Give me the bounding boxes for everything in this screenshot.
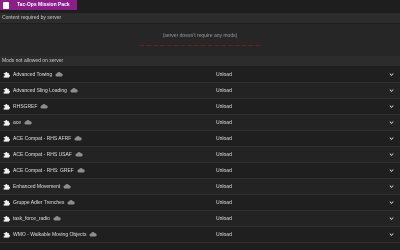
mod-row[interactable]: Advanced Towing Unload [0, 67, 400, 83]
unload-button[interactable]: Unload [216, 104, 232, 110]
unload-button[interactable]: Unload [216, 200, 232, 206]
unload-button[interactable]: Unload [216, 88, 232, 94]
cloud-icon [24, 119, 32, 125]
mod-name-text: ACE Compat - RHS: GREF [13, 167, 74, 174]
mod-name: task_force_radio [13, 216, 61, 222]
cloud-icon [89, 231, 98, 237]
no-mods-note: (server doesn't require any mods) [162, 33, 238, 39]
chevron-down-icon[interactable] [389, 88, 394, 93]
mod-name: ace [13, 120, 32, 126]
chevron-down-icon[interactable] [389, 136, 394, 141]
mod-name-text: Advanced Towing [13, 71, 53, 78]
chevron-down-icon[interactable] [389, 200, 394, 205]
puzzle-icon [3, 136, 10, 142]
cloud-icon [63, 183, 71, 189]
mod-name-text: ACE Compat - RHS AFRF [13, 135, 72, 142]
mod-name: Enhanced Movement [13, 184, 71, 190]
tab-mission-pack[interactable]: Tac-Ops Mission Pack [0, 0, 77, 10]
mod-name-text: RHSGREF [13, 103, 38, 110]
mod-name: RHSGREF [13, 103, 49, 110]
cloud-icon [67, 199, 76, 205]
mod-row[interactable]: Gruppe Adler Trenches Unload [0, 195, 400, 211]
chevron-down-icon[interactable] [389, 120, 394, 125]
mod-name-text: task_force_radio [13, 215, 50, 222]
mod-row[interactable]: Enhanced Movement Unload [0, 179, 400, 195]
puzzle-icon [3, 88, 10, 94]
tab-label: Tac-Ops Mission Pack [17, 2, 70, 8]
mod-name-text: Advanced Sling Loading [13, 87, 67, 94]
content-required-panel [0, 24, 400, 56]
chevron-down-icon[interactable] [389, 152, 394, 157]
mod-row[interactable]: WMO - Walkable Moving Objects Unload [0, 227, 400, 243]
pack-icon [3, 1, 9, 9]
puzzle-icon [3, 216, 10, 222]
unload-button[interactable]: Unload [216, 232, 232, 238]
unload-button[interactable]: Unload [216, 136, 232, 142]
cloud-icon [55, 71, 63, 77]
cloud-icon [53, 215, 61, 221]
mod-name: ACE Compat - RHS USAF [13, 152, 83, 158]
puzzle-icon [3, 120, 10, 126]
cloud-icon [77, 167, 85, 173]
unload-button[interactable]: Unload [216, 72, 232, 78]
puzzle-icon [3, 232, 10, 238]
cloud-icon [75, 151, 83, 157]
mods-not-allowed-header: Mods not allowed on server [0, 56, 400, 66]
content-required-header: Content required by server [0, 13, 400, 23]
mod-row[interactable]: ACE Compat - RHS: GREF Unload [0, 163, 400, 179]
mod-row[interactable]: Advanced Sling Loading Unload [0, 83, 400, 99]
unload-button[interactable]: Unload [216, 120, 232, 126]
mod-name-text: WMO - Walkable Moving Objects [13, 231, 87, 238]
puzzle-icon [3, 104, 10, 110]
mod-name-text: Gruppe Adler Trenches [13, 199, 65, 206]
cloud-icon [40, 103, 49, 109]
unload-button[interactable]: Unload [216, 152, 232, 158]
puzzle-icon [3, 72, 10, 78]
unload-button[interactable]: Unload [216, 184, 232, 190]
mod-row[interactable]: ACE Compat - RHS USAF Unload [0, 147, 400, 163]
mod-row[interactable]: ACE Compat - RHS AFRF Unload [0, 131, 400, 147]
puzzle-icon [3, 152, 10, 158]
cloud-icon [70, 87, 78, 93]
mod-name: Advanced Sling Loading [13, 88, 78, 94]
mod-name: ACE Compat - RHS: GREF [13, 168, 85, 174]
mod-row[interactable]: RHSGREF Unload [0, 99, 400, 115]
puzzle-icon [3, 168, 10, 174]
mod-name-text: Enhanced Movement [13, 183, 61, 190]
puzzle-icon [3, 184, 10, 190]
warning-line: — — — — — — — — — — — — — — — — — — [139, 43, 261, 49]
chevron-down-icon[interactable] [389, 72, 394, 77]
mod-name: ACE Compat - RHS AFRF [13, 135, 83, 142]
chevron-down-icon[interactable] [389, 104, 394, 109]
chevron-down-icon[interactable] [389, 216, 394, 221]
mod-name: WMO - Walkable Moving Objects [13, 231, 98, 238]
mod-row[interactable]: ace Unload [0, 115, 400, 131]
chevron-down-icon[interactable] [389, 232, 394, 237]
chevron-down-icon[interactable] [389, 184, 394, 189]
mod-name-text: ACE Compat - RHS USAF [13, 151, 72, 158]
unload-button[interactable]: Unload [216, 216, 232, 222]
unload-button[interactable]: Unload [216, 168, 232, 174]
cloud-icon [74, 135, 83, 141]
chevron-down-icon[interactable] [389, 168, 394, 173]
mod-row[interactable]: task_force_radio Unload [0, 211, 400, 227]
mods-list: Advanced Towing Unload Advanced Sling Lo… [0, 67, 400, 243]
puzzle-icon [3, 200, 10, 206]
mod-name: Gruppe Adler Trenches [13, 199, 76, 206]
mod-name-text: ace [13, 119, 22, 126]
mod-name: Advanced Towing [13, 72, 63, 78]
